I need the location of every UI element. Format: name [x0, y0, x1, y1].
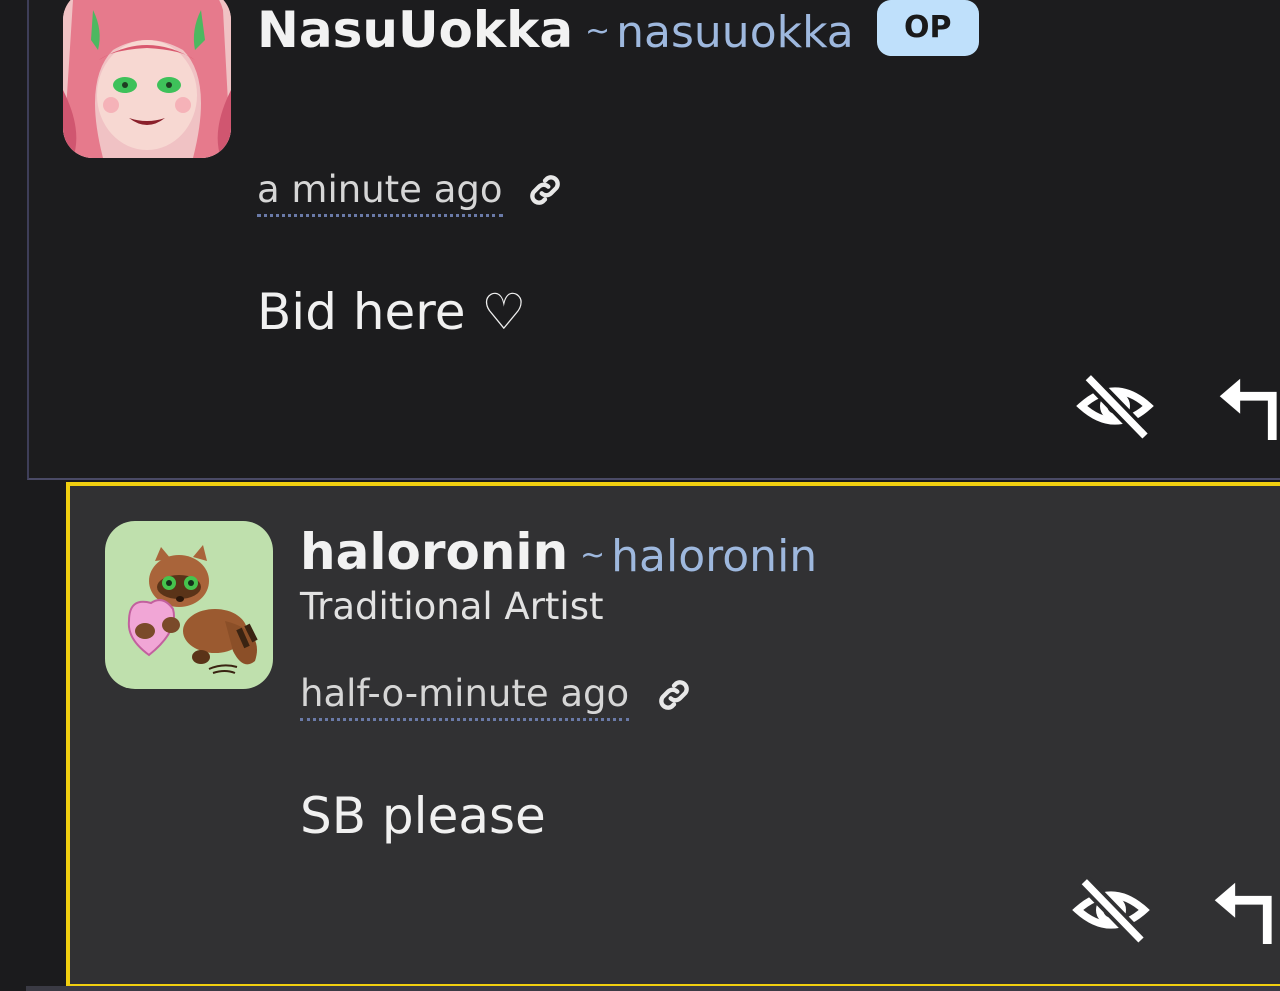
op-badge: OP [877, 0, 979, 56]
comment-body: Bid here ♡ [257, 283, 527, 341]
user-avatar[interactable] [63, 0, 231, 158]
user-title: Traditional Artist [300, 585, 604, 628]
permalink-icon[interactable] [525, 170, 565, 210]
highlighted-comment-card: haloronin ~ haloronin Traditional Artist … [66, 482, 1280, 988]
tilde-symbol: ~ [585, 14, 611, 49]
user-avatar[interactable] [105, 521, 273, 689]
display-name[interactable]: NasuUokka [257, 0, 573, 60]
username-text: haloronin [611, 531, 818, 582]
comment-timestamp[interactable]: half-o-minute ago [300, 671, 630, 721]
hide-comment-icon[interactable] [1075, 366, 1155, 446]
comment-timestamp[interactable]: a minute ago [257, 167, 503, 217]
thread-divider [26, 986, 1280, 991]
tilde-symbol: ~ [580, 538, 606, 573]
raccoon-with-heart-icon [105, 521, 273, 689]
username-link[interactable]: ~ haloronin [580, 528, 817, 585]
display-name[interactable]: haloronin [300, 522, 568, 582]
permalink-icon[interactable] [654, 675, 694, 715]
pink-haired-character-icon [63, 0, 231, 158]
username-text: nasuuokka [616, 7, 854, 58]
username-link[interactable]: ~ nasuuokka [585, 4, 854, 61]
comment-thread: NasuUokka ~ nasuuokka OP a minute ago Bid… [0, 0, 1280, 991]
reply-arrow-icon[interactable] [1206, 874, 1276, 944]
reply-arrow-icon[interactable] [1211, 370, 1280, 440]
comment-body: SB please [300, 787, 546, 845]
hide-comment-icon[interactable] [1071, 870, 1151, 950]
comment-card: NasuUokka ~ nasuuokka OP a minute ago Bid… [27, 0, 1280, 480]
